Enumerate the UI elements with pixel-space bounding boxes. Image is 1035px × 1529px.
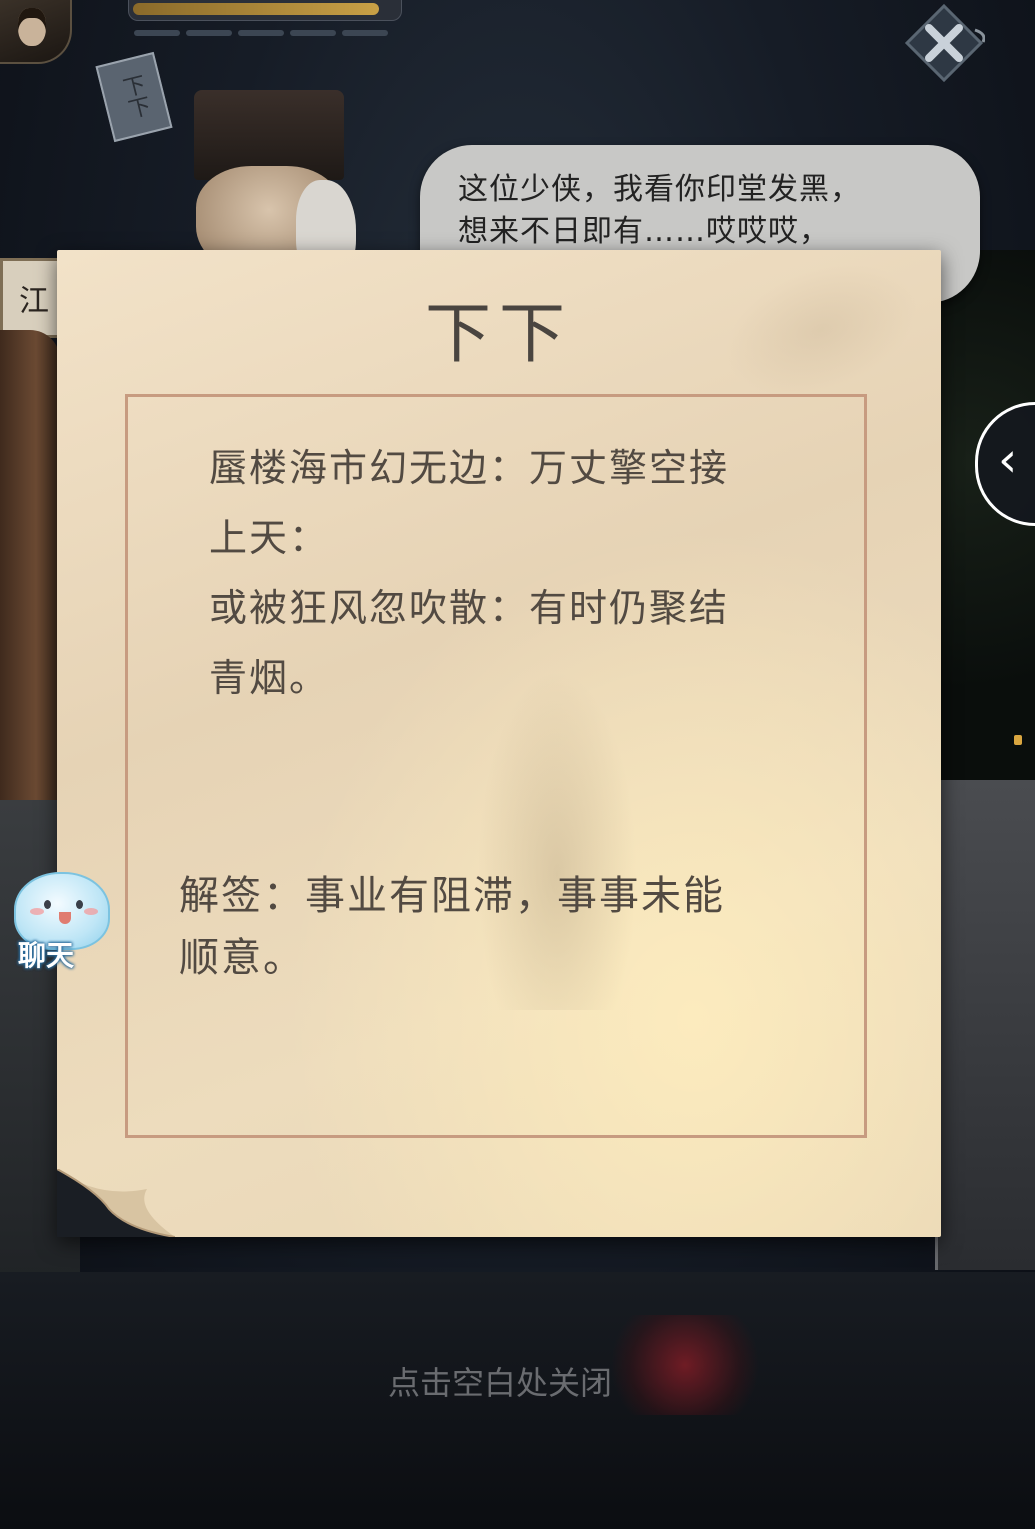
interpretation-text: 解签：事业有阻滞，事事未能 顺意。: [179, 865, 799, 989]
interpretation-line: 解签：事业有阻滞，事事未能: [179, 873, 725, 919]
lantern-light: [1014, 735, 1022, 745]
fortune-teller-npc: [180, 70, 370, 280]
mascot-blush: [84, 908, 98, 915]
stall-counter: [935, 780, 1035, 1270]
poem-line: 上天：: [209, 516, 330, 560]
avatar-portrait: [18, 8, 46, 46]
game-screen: 下下 江 这位少侠，我看你印堂发黑， 想来不日即有……哎哎哎， ‹ 下下 蜃楼海…: [0, 0, 1035, 1529]
health-bar: [128, 0, 402, 21]
mascot-mouth: [59, 912, 71, 924]
chevron-left-icon: ‹: [998, 432, 1018, 488]
interpretation-line: 顺意。: [179, 935, 305, 981]
paper-curl: [57, 1169, 175, 1237]
npc-dialog-text: 这位少侠，我看你印堂发黑， 想来不日即有……哎哎哎，: [458, 169, 958, 253]
close-x-button[interactable]: [903, 3, 986, 83]
fortune-slip-modal: 下下 蜃楼海市幻无边：万丈擎空接 上天： 或被狂风忽吹散：有时仍聚结 青烟。 解…: [57, 239, 941, 1237]
health-bar-fill: [133, 3, 379, 15]
energy-segment: [238, 30, 284, 36]
energy-segment: [186, 30, 232, 36]
poem-line: 青烟。: [209, 656, 330, 700]
mascot-blush: [30, 908, 44, 915]
poem-line: 蜃楼海市幻无边：万丈擎空接: [209, 446, 730, 490]
fortune-scroll-tag: 下下: [95, 51, 173, 143]
energy-segment: [134, 30, 180, 36]
fortune-grade-title: 下下: [425, 295, 573, 372]
mascot-eye: [76, 900, 83, 909]
energy-segment: [342, 30, 388, 36]
chat-button[interactable]: 聊天: [2, 868, 110, 972]
chat-label: 聊天: [18, 939, 75, 972]
mascot-eye: [44, 900, 51, 909]
dialog-line: 这位少侠，我看你印堂发黑，: [458, 172, 861, 207]
poem-line: 或被狂风忽吹散：有时仍聚结: [209, 586, 730, 630]
player-avatar[interactable]: [0, 0, 72, 64]
energy-bar: [134, 30, 388, 36]
close-x-icon: [904, 3, 986, 83]
tree-trunk: [0, 330, 60, 810]
tap-to-close-hint[interactable]: 点击空白处关闭: [0, 1358, 1000, 1404]
energy-segment: [290, 30, 336, 36]
